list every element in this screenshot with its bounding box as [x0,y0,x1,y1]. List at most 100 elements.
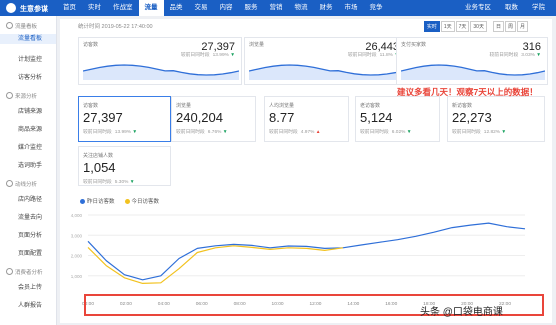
top-card-2[interactable]: 支付买家数 316 较前日同时段 3.03% ▼ [396,37,548,85]
sidebar-item-1-3[interactable]: 选词助手 [18,160,42,169]
compare-label: 较前日同时段 [452,130,481,135]
sidebar-item-3-0[interactable]: 会员上传 [18,282,42,291]
metric-tile-1[interactable]: 浏览量 240,204 较前日同时段 6.76% ▼ [171,96,256,142]
nav-item-0[interactable]: 首页 [57,0,82,16]
range-tab-2[interactable]: 7天 [455,21,470,32]
range-tab-6[interactable]: 月 [516,21,528,32]
sidebar-section-3: 消费者分析 [6,268,43,276]
sidebar-item-3-1[interactable]: 人群报告 [18,300,42,309]
arrow-down-icon: ▼ [500,130,507,135]
nav-item-7[interactable]: 服务 [239,0,264,16]
compare-change: 11.8% [379,53,393,58]
arrow-down-icon: ▼ [534,53,541,58]
top-card-0[interactable]: 访客数 27,397 较前日同时段 13.99% ▼ [78,37,242,85]
sidebar-item-0-0[interactable]: 流量看板 [0,34,56,44]
sidebar-item-0-2[interactable]: 访客分析 [18,72,42,81]
card-compare: 较前日同时段 13.99% ▼ [181,51,235,58]
watermark: 头条 @口袋电商课 [420,307,503,318]
tile-value: 5,124 [360,110,393,125]
nav-item-6[interactable]: 内容 [214,0,239,16]
sparkline-area [83,65,239,80]
metric-tile-5[interactable]: 关注店铺人数 1,054 较前日同时段 5.30% ▼ [78,146,171,186]
tile-label: 访客数 [83,103,99,109]
nav-item-8[interactable]: 营销 [264,0,289,16]
nav-item-11[interactable]: 市场 [339,0,364,16]
nav-right-item-2[interactable]: 学院 [525,0,552,16]
arrow-up-icon: ▲ [314,130,321,135]
compare-change: 13.99% [114,130,132,135]
top-card-1[interactable]: 浏览量26,443较前日同时段11.8% ▼ [244,37,406,85]
compare-change: 4.97% [300,130,315,135]
section-icon [6,268,13,275]
arrow-down-icon: ▼ [221,130,228,135]
sparkline [401,64,545,80]
nav-item-9[interactable]: 物流 [289,0,314,16]
section-icon [6,92,13,99]
tile-compare: 较前日同时段 6.76% ▼ [176,128,228,135]
tile-value: 22,273 [452,110,492,125]
tile-label: 新访客数 [452,103,473,109]
tile-compare: 较前日同时段 6.02% ▼ [360,128,412,135]
nav-item-1[interactable]: 实时 [82,0,107,16]
sidebar-item-1-2[interactable]: 媒介监控 [18,142,42,151]
nav-item-2[interactable]: 作战室 [107,0,139,16]
nav-right-item-0[interactable]: 业务专区 [458,0,498,16]
brand-logo-icon [6,3,16,13]
compare-change: 13.99% [212,53,229,58]
metric-tile-3[interactable]: 老访客数 5,124 较前日同时段 6.02% ▼ [355,96,440,142]
range-tab-4[interactable]: 日 [492,21,504,32]
range-tab-1[interactable]: 1天 [440,21,455,32]
arrow-down-icon: ▼ [128,180,135,185]
sidebar-item-2-1[interactable]: 流量去向 [18,212,42,221]
annotation-text: 建议多看几天！观察7天以上的数据！ [397,87,538,97]
card-compare: 较前日同时段 3.03% ▼ [490,51,542,58]
nav-item-3[interactable]: 流量 [138,0,164,16]
legend-dot-icon [124,198,130,204]
sparkline [83,64,239,80]
sidebar-item-1-0[interactable]: 店铺来源 [18,106,42,115]
sidebar-section-title: 流量看板 [15,24,38,30]
sidebar-item-0-1[interactable]: 计划监控 [18,54,42,63]
arrow-down-icon: ▼ [131,130,138,135]
legend-label: 今日访客数 [131,199,160,205]
range-tab-0[interactable]: 实时 [423,21,440,32]
sidebar-section-title: 来源分析 [15,94,38,100]
range-tab-3[interactable]: 30天 [470,21,487,32]
sidebar-item-2-3[interactable]: 页面配置 [18,248,42,257]
sidebar-section-1: 来源分析 [6,92,37,100]
metric-tile-0[interactable]: 访客数 27,397 较前日同时段 13.99% ▼ [78,96,171,142]
nav-item-12[interactable]: 竞争 [364,0,389,16]
sidebar-item-2-2[interactable]: 页面分析 [18,230,42,239]
range-tab-5[interactable]: 周 [504,21,516,32]
sidebar-section-title: 消费者分析 [15,270,43,276]
time-range-tabs: 实时 1天 7天 30天日周月 [423,21,528,32]
legend-label: 昨日访客数 [87,199,115,205]
main-nav: 首页 实时 作战室 流量 品类 交易 内容 服务 营销 物流 财务 市场 竞争 [57,0,389,16]
tile-label: 人均浏览量 [269,103,295,109]
tile-value: 27,397 [83,110,123,125]
compare-label: 较前日同时段 [83,130,112,135]
sidebar-item-1-1[interactable]: 商品来源 [18,124,42,133]
compare-label: 较前日同时段 [489,53,519,58]
tile-compare: 较前日同时段 4.97% ▲ [269,128,321,135]
tile-value: 8.77 [269,110,295,125]
legend-item-0[interactable]: 昨日访客数 [80,197,115,205]
legend-item-1[interactable]: 今日访客数 [124,197,160,205]
brand-name: 生意参谋 [20,6,48,13]
compare-change: 12.82% [483,130,501,135]
nav-item-10[interactable]: 财务 [314,0,339,16]
nav-item-4[interactable]: 品类 [164,0,189,16]
nav-item-5[interactable]: 交易 [189,0,214,16]
section-icon [6,180,13,187]
section-icon [6,22,13,29]
compare-label: 较前日同时段 [83,180,112,185]
legend-dot-icon [80,198,85,204]
metric-tile-2[interactable]: 人均浏览量 8.77 较前日同时段 4.97% ▲ [264,96,349,142]
tile-label: 老访客数 [360,103,381,109]
tile-value: 1,054 [83,160,116,175]
arrow-down-icon: ▼ [228,53,235,58]
nav-right-item-1[interactable]: 取数 [498,0,525,16]
sidebar-item-2-0[interactable]: 店内路径 [18,194,42,203]
metric-tile-4[interactable]: 新访客数 22,273 较前日同时段 12.82% ▼ [447,96,545,142]
chart-legend: 昨日访客数 今日访客数 [80,197,169,205]
